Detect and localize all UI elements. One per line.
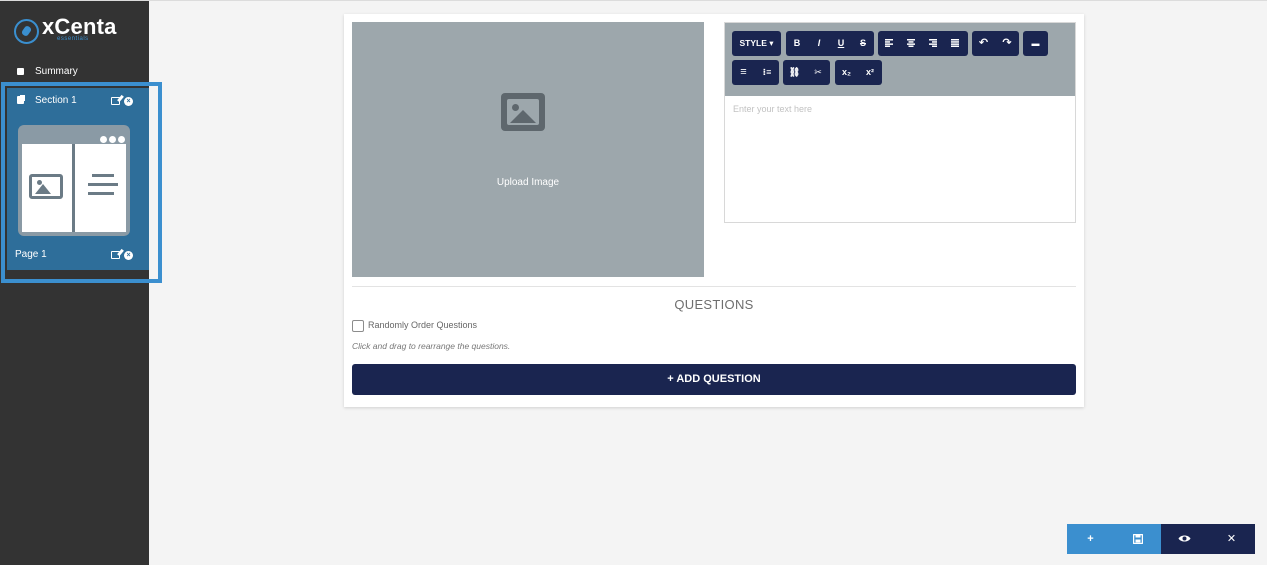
undo-button[interactable]: ↶ [972, 31, 995, 56]
style-dropdown[interactable]: STYLE ▾ [732, 31, 781, 56]
add-page-button[interactable]: + [1067, 524, 1114, 554]
editor-toolbar: STYLE ▾ B I U S ↶ ↷ ▬ ≡ ⁝≡ ⛓ ✂ x₂ x² [725, 23, 1075, 96]
random-order-label[interactable]: Randomly Order Questions [368, 320, 477, 330]
editor-text-area[interactable]: Enter your text here [725, 96, 1075, 222]
preview-button[interactable] [1161, 524, 1208, 554]
redo-button[interactable]: ↷ [995, 31, 1019, 56]
sidebar-item-section[interactable]: Section 1 × Page 1 × [7, 88, 149, 270]
app-logo[interactable]: xCenta essentials [14, 14, 134, 45]
edit-page-icon[interactable] [111, 251, 120, 259]
questions-heading: QUESTIONS [674, 297, 754, 312]
editor-placeholder: Enter your text here [733, 104, 813, 114]
bold-button[interactable]: B [786, 31, 808, 56]
save-icon [1132, 533, 1143, 545]
thumbnail-divider [72, 144, 75, 232]
eye-icon [1178, 535, 1191, 542]
superscript-button[interactable]: x² [858, 60, 882, 85]
random-order-checkbox[interactable] [352, 320, 364, 332]
sidebar-item-summary[interactable]: Summary [0, 63, 149, 81]
horizontal-rule-button[interactable]: ▬ [1023, 31, 1048, 56]
divider [352, 286, 1076, 287]
image-icon [501, 93, 545, 131]
section-icon [17, 96, 24, 104]
italic-button[interactable]: I [808, 31, 830, 56]
subscript-button[interactable]: x₂ [835, 60, 858, 85]
align-right-icon[interactable] [922, 31, 944, 56]
summary-icon [17, 68, 24, 75]
page-label: Page 1 [15, 249, 47, 260]
add-question-button[interactable]: + ADD QUESTION [352, 364, 1076, 395]
sidebar-item-label: Summary [35, 66, 78, 77]
image-icon [29, 174, 63, 199]
underline-button[interactable]: U [830, 31, 852, 56]
numbered-list-button[interactable]: ⁝≡ [755, 60, 779, 85]
page-thumbnail[interactable] [18, 125, 130, 236]
floating-action-bar: + ✕ [1067, 524, 1255, 554]
logo-mark-icon [14, 19, 39, 44]
edit-section-icon[interactable] [111, 97, 120, 105]
alignment-group [878, 31, 968, 56]
questions-hint: Click and drag to rearrange the question… [352, 341, 511, 351]
text-lines-icon [88, 174, 118, 201]
strikethrough-button[interactable]: S [852, 31, 874, 56]
logo-subtitle: essentials [57, 36, 89, 42]
save-button[interactable] [1114, 524, 1161, 554]
unlink-button[interactable]: ✂ [806, 60, 830, 85]
rich-text-editor: STYLE ▾ B I U S ↶ ↷ ▬ ≡ ⁝≡ ⛓ ✂ x₂ x² Ent… [724, 22, 1076, 223]
delete-page-icon[interactable]: × [124, 251, 133, 260]
delete-section-icon[interactable]: × [124, 97, 133, 106]
thumbnail-layout [22, 144, 126, 232]
align-center-icon[interactable] [900, 31, 922, 56]
upload-image-label: Upload Image [496, 177, 560, 188]
upload-image-area[interactable]: Upload Image [352, 22, 704, 277]
page-editor-card: Upload Image STYLE ▾ B I U S ↶ ↷ ▬ ≡ ⁝≡ … [344, 14, 1084, 407]
bullet-list-button[interactable]: ≡ [732, 60, 755, 85]
align-left-icon[interactable] [878, 31, 900, 56]
link-button[interactable]: ⛓ [783, 60, 806, 85]
close-button[interactable]: ✕ [1208, 524, 1255, 554]
align-justify-icon[interactable] [944, 31, 966, 56]
section-label: Section 1 [35, 95, 77, 106]
